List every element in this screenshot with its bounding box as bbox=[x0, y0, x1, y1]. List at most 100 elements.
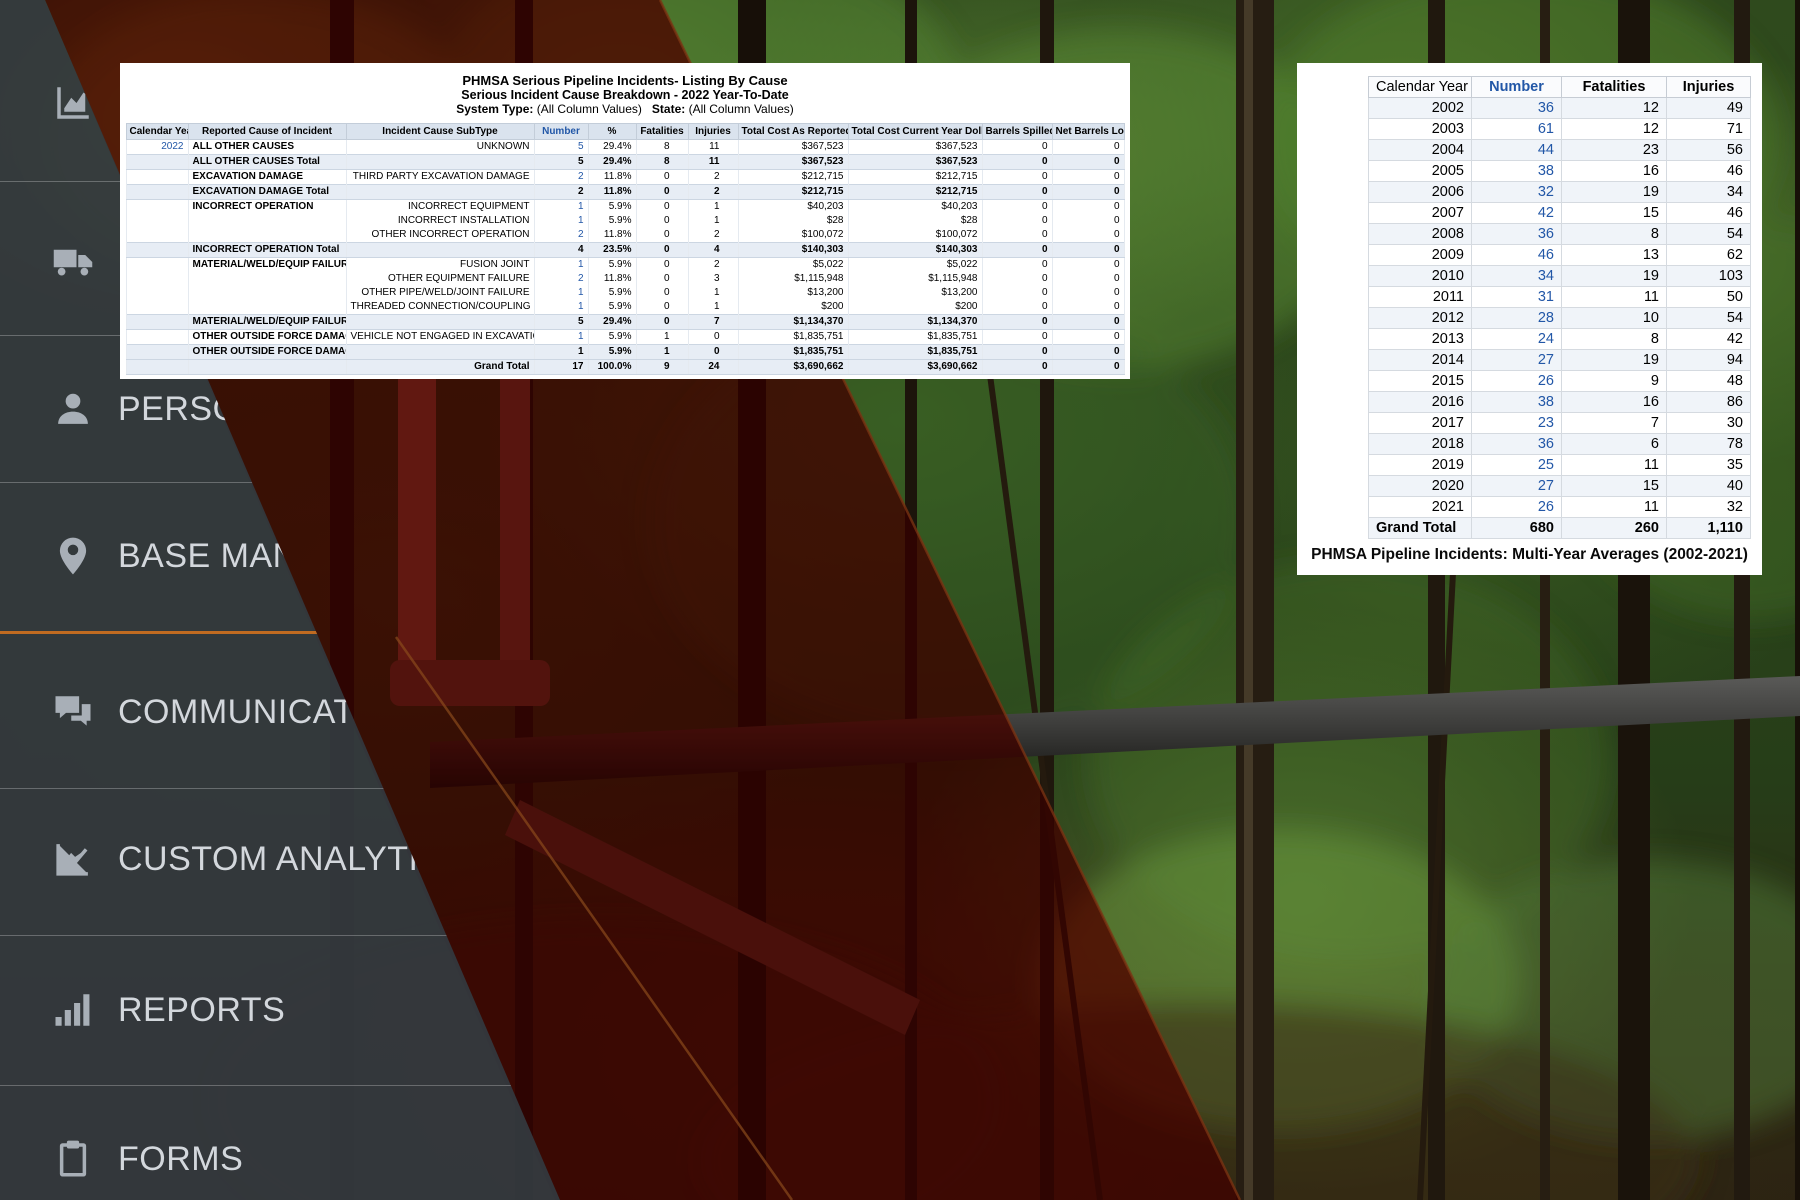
cell bbox=[346, 345, 534, 360]
drill-link-cell[interactable]: 26 bbox=[1472, 371, 1562, 392]
sidebar-item-custom-analytics[interactable]: CUSTOM ANALYTIC bbox=[52, 835, 444, 883]
drill-link-cell[interactable]: 36 bbox=[1472, 98, 1562, 119]
cell: $200 bbox=[738, 300, 848, 315]
cell: $100,072 bbox=[848, 228, 982, 243]
sidebar-item-communications[interactable]: COMMUNICAT bbox=[52, 688, 355, 736]
cell: 2 bbox=[688, 170, 738, 185]
cell: 2008 bbox=[1369, 224, 1472, 245]
drill-link-cell[interactable]: 1 bbox=[534, 286, 588, 300]
cell: 0 bbox=[1052, 272, 1124, 286]
drill-link-cell[interactable]: 2 bbox=[534, 170, 588, 185]
drill-link-cell[interactable]: 1 bbox=[534, 200, 588, 215]
col-number: Number bbox=[1472, 77, 1562, 98]
cell: $367,523 bbox=[848, 140, 982, 155]
yearly-caption: PHMSA Pipeline Incidents: Multi-Year Ave… bbox=[1301, 546, 1758, 564]
cell: 2015 bbox=[1369, 371, 1472, 392]
drill-link-cell[interactable]: 31 bbox=[1472, 287, 1562, 308]
yearly-summary-panel: Calendar Year Number Fatalities Injuries… bbox=[1297, 63, 1762, 575]
drill-link-cell[interactable]: 27 bbox=[1472, 476, 1562, 497]
drill-link-cell[interactable]: 1 bbox=[534, 214, 588, 228]
incident-detail-row: 2022ALL OTHER CAUSESUNKNOWN529.4%811$367… bbox=[126, 140, 1124, 155]
yearly-row: 20103419103 bbox=[1369, 266, 1751, 287]
drill-link-cell[interactable]: 32 bbox=[1472, 182, 1562, 203]
cell: ALL OTHER CAUSES bbox=[188, 140, 346, 155]
incident-detail-row: EXCAVATION DAMAGETHIRD PARTY EXCAVATION … bbox=[126, 170, 1124, 185]
cell: 0 bbox=[636, 300, 688, 315]
col-barrels-spilled: Barrels Spilled bbox=[982, 124, 1052, 140]
cell: $212,715 bbox=[738, 185, 848, 200]
cell bbox=[188, 228, 346, 243]
drill-link-cell[interactable]: 46 bbox=[1472, 245, 1562, 266]
drill-link-cell[interactable]: 38 bbox=[1472, 161, 1562, 182]
cell: THIRD PARTY EXCAVATION DAMAGE bbox=[346, 170, 534, 185]
cell bbox=[188, 272, 346, 286]
yearly-row: 201723730 bbox=[1369, 413, 1751, 434]
cell bbox=[188, 214, 346, 228]
cell: 94 bbox=[1667, 350, 1751, 371]
cell: 0 bbox=[1052, 300, 1124, 315]
cell bbox=[188, 300, 346, 315]
cell: 2007 bbox=[1369, 203, 1472, 224]
col-calendar-year: Calendar Year bbox=[1369, 77, 1472, 98]
cell: 30 bbox=[1667, 413, 1751, 434]
cell: 2 bbox=[534, 185, 588, 200]
drill-link-cell[interactable]: 27 bbox=[1472, 350, 1562, 371]
cell: 11 bbox=[688, 155, 738, 170]
cell: $5,022 bbox=[738, 258, 848, 273]
drill-link-cell[interactable]: 38 bbox=[1472, 392, 1562, 413]
drill-link-cell[interactable]: 61 bbox=[1472, 119, 1562, 140]
cell: 0 bbox=[982, 200, 1052, 215]
yearly-row: 2016381686 bbox=[1369, 392, 1751, 413]
cell: 0 bbox=[982, 315, 1052, 330]
drill-link-cell[interactable]: 23 bbox=[1472, 413, 1562, 434]
cell: 0 bbox=[982, 243, 1052, 258]
cell: 7 bbox=[688, 315, 738, 330]
incident-detail-row: OTHER EQUIPMENT FAILURE211.8%03$1,115,94… bbox=[126, 272, 1124, 286]
cell: 16 bbox=[1562, 161, 1667, 182]
cell bbox=[126, 258, 188, 273]
cell: INCORRECT OPERATION bbox=[188, 200, 346, 215]
sidebar-item-personnel[interactable]: PERSO bbox=[52, 385, 240, 433]
drill-link-cell[interactable]: 36 bbox=[1472, 434, 1562, 455]
sidebar-item-label: FORMS bbox=[118, 1140, 243, 1179]
drill-link-cell[interactable]: 42 bbox=[1472, 203, 1562, 224]
drill-link-cell[interactable]: 2 bbox=[534, 228, 588, 243]
drill-link-cell[interactable]: 1 bbox=[534, 258, 588, 273]
drill-link-cell[interactable]: 5 bbox=[534, 140, 588, 155]
drill-link-cell[interactable]: 1 bbox=[534, 300, 588, 315]
drill-link-cell[interactable]: 1 bbox=[534, 330, 588, 345]
cell: 19 bbox=[1562, 182, 1667, 203]
drill-link-cell[interactable]: 44 bbox=[1472, 140, 1562, 161]
yearly-row: 2014271994 bbox=[1369, 350, 1751, 371]
cell: 0 bbox=[1052, 258, 1124, 273]
cell: $1,835,751 bbox=[848, 330, 982, 345]
drill-link-cell[interactable]: 2 bbox=[534, 272, 588, 286]
sidebar-item-forms[interactable]: FORMS bbox=[52, 1135, 243, 1183]
sidebar-item-reports[interactable]: REPORTS bbox=[52, 986, 285, 1034]
drill-link-cell[interactable]: 25 bbox=[1472, 455, 1562, 476]
cell: 2005 bbox=[1369, 161, 1472, 182]
drill-link-cell[interactable]: 24 bbox=[1472, 329, 1562, 350]
cell: 0 bbox=[1052, 243, 1124, 258]
col-injuries: Injuries bbox=[688, 124, 738, 140]
drill-link-cell[interactable]: 2022 bbox=[126, 140, 188, 155]
cell: 9 bbox=[1562, 371, 1667, 392]
cell: 0 bbox=[1052, 214, 1124, 228]
incident-detail-row: OTHER OUTSIDE FORCE DAMAGEVEHICLE NOT EN… bbox=[126, 330, 1124, 345]
cell: 17 bbox=[534, 360, 588, 375]
cell: 24 bbox=[688, 360, 738, 375]
cell: 5.9% bbox=[588, 258, 636, 273]
drill-link-cell[interactable]: 34 bbox=[1472, 266, 1562, 287]
cell: 7 bbox=[1562, 413, 1667, 434]
cell: 29.4% bbox=[588, 140, 636, 155]
cell: 0 bbox=[982, 140, 1052, 155]
drill-link-cell[interactable]: 26 bbox=[1472, 497, 1562, 518]
drill-link-cell[interactable]: 28 bbox=[1472, 308, 1562, 329]
cell: 2017 bbox=[1369, 413, 1472, 434]
drill-link-cell[interactable]: 36 bbox=[1472, 224, 1562, 245]
cell: 0 bbox=[636, 286, 688, 300]
incident-table-header-row: Calendar Year Reported Cause of Incident… bbox=[126, 124, 1124, 140]
cell bbox=[346, 155, 534, 170]
sidebar-item-base-management[interactable]: BASE MAN bbox=[52, 532, 298, 580]
cell: 0 bbox=[982, 170, 1052, 185]
